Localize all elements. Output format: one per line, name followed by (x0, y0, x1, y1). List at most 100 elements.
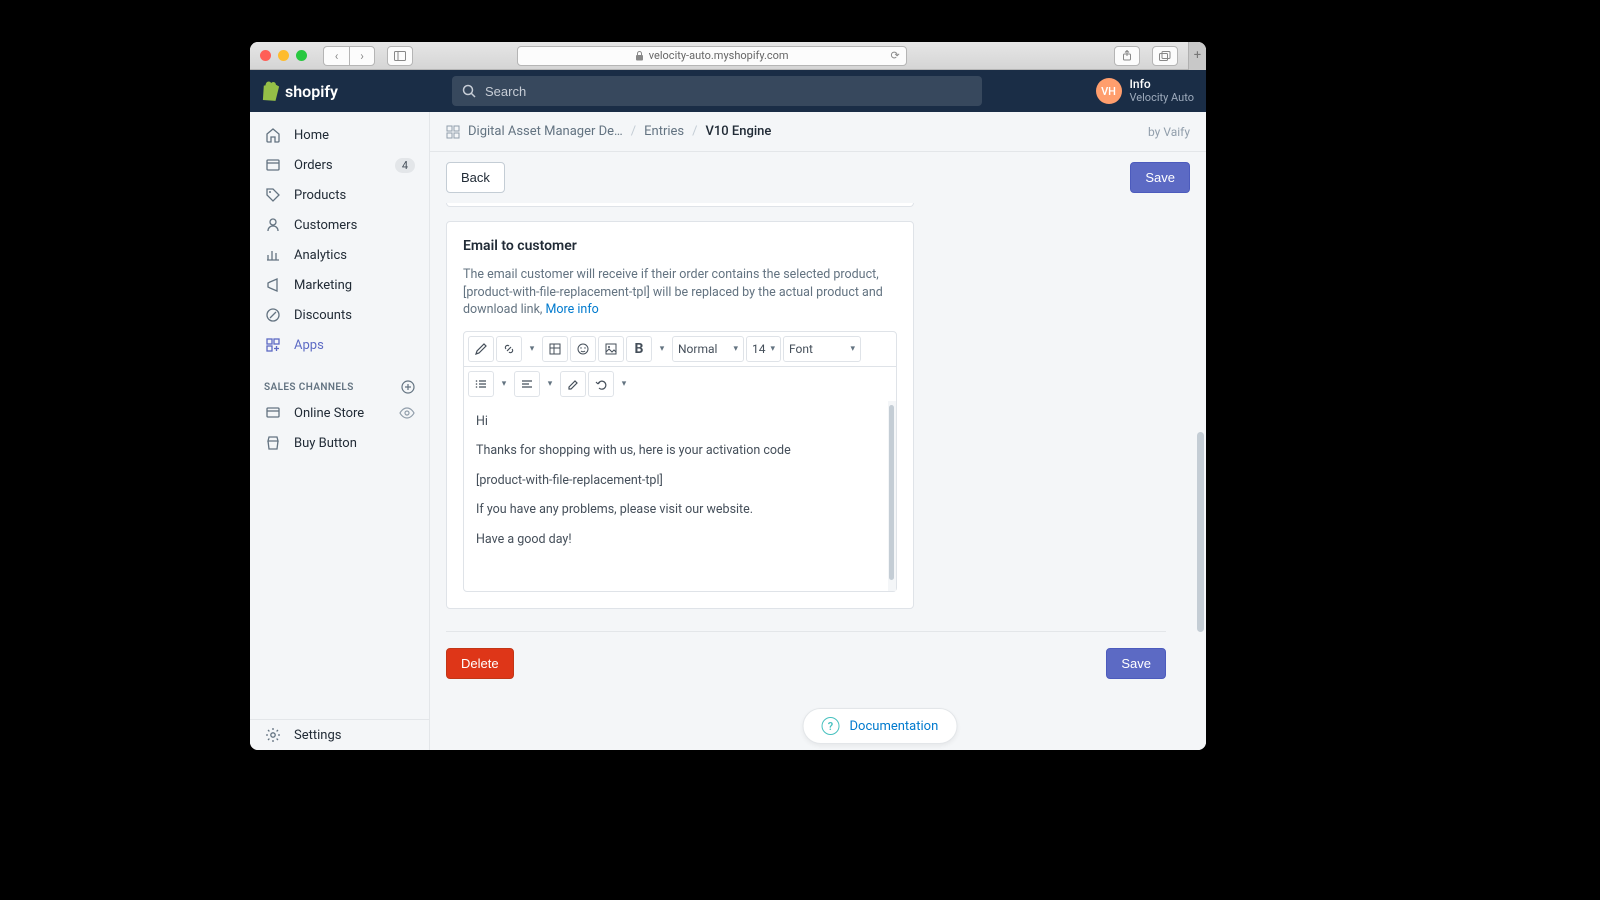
analytics-icon (264, 246, 282, 264)
sidebar-toggle-button[interactable] (387, 46, 413, 66)
sidebar-item-label: Products (294, 188, 346, 203)
sidebar-item-orders[interactable]: Orders 4 (250, 150, 429, 180)
sidebar-item-products[interactable]: Products (250, 180, 429, 210)
editor-scrollbar[interactable] (889, 405, 894, 580)
delete-button[interactable]: Delete (446, 648, 514, 679)
breadcrumb-root[interactable]: Digital Asset Manager De… (468, 124, 623, 139)
image-tool[interactable] (598, 336, 624, 362)
browser-titlebar: ‹ › velocity-auto.myshopify.com ⟳ + (250, 42, 1206, 70)
minimize-window-icon[interactable] (278, 50, 289, 61)
main-content: Digital Asset Manager De… / Entries / V1… (430, 112, 1206, 750)
editor-toolbar-row2: ▾ ▾ ▾ (464, 367, 896, 401)
editor-toolbar-row1: ▾ B ▾ Normal 14 Font (464, 332, 896, 367)
divider (446, 631, 1166, 632)
action-bar-top: Back Save (430, 152, 1206, 203)
sidebar-item-label: Home (294, 128, 329, 143)
sidebar-item-marketing[interactable]: Marketing (250, 270, 429, 300)
browser-window: ‹ › velocity-auto.myshopify.com ⟳ + (250, 42, 1206, 750)
documentation-button[interactable]: ? Documentation (803, 708, 958, 744)
card-title: Email to customer (463, 238, 897, 254)
bold-tool[interactable]: B (626, 336, 652, 362)
table-tool[interactable] (542, 336, 568, 362)
clear-format-tool[interactable] (560, 371, 586, 397)
sidebar-item-buy-button[interactable]: Buy Button (250, 428, 429, 458)
bold-dropdown-icon[interactable]: ▾ (654, 336, 670, 362)
traffic-lights (260, 50, 307, 61)
more-info-link[interactable]: More info (545, 302, 598, 317)
user-menu[interactable]: VH Info Velocity Auto (1096, 78, 1194, 104)
sidebar-item-discounts[interactable]: Discounts (250, 300, 429, 330)
back-button[interactable]: ‹ (323, 46, 349, 66)
action-bar-bottom: Delete Save (446, 648, 1166, 679)
sidebar-item-apps[interactable]: Apps (250, 330, 429, 360)
main-scrollbar[interactable] (1197, 432, 1204, 632)
font-select[interactable]: Font (783, 336, 861, 362)
breadcrumb-entries[interactable]: Entries (644, 124, 684, 139)
email-line: Have a good day! (476, 531, 876, 549)
edit-tool[interactable] (468, 336, 494, 362)
size-select[interactable]: 14 (746, 336, 781, 362)
save-button[interactable]: Save (1130, 162, 1190, 193)
search-input[interactable] (485, 84, 972, 99)
address-bar[interactable]: velocity-auto.myshopify.com ⟳ (517, 46, 907, 66)
format-select[interactable]: Normal (672, 336, 744, 362)
shopify-logo[interactable]: shopify (262, 81, 338, 101)
sidebar-channels-heading: SALES CHANNELS (250, 368, 429, 398)
save-button-bottom[interactable]: Save (1106, 648, 1166, 679)
emoji-tool[interactable] (570, 336, 596, 362)
back-button[interactable]: Back (446, 162, 505, 193)
body-split: Home Orders 4 Products Customers A (250, 112, 1206, 750)
sidebar-item-home[interactable]: Home (250, 120, 429, 150)
sidebar-item-online-store[interactable]: Online Store (250, 398, 429, 428)
lock-icon (635, 51, 644, 61)
sidebar-item-analytics[interactable]: Analytics (250, 240, 429, 270)
shopify-bag-icon (262, 81, 280, 101)
email-line: [product-with-file-replacement-tpl] (476, 472, 876, 490)
align-tool[interactable] (514, 371, 540, 397)
previous-card-edge (446, 203, 914, 207)
editor-textarea[interactable]: Hi Thanks for shopping with us, here is … (464, 401, 896, 591)
undo-tool[interactable] (588, 371, 614, 397)
avatar: VH (1096, 78, 1122, 104)
brand-label: shopify (285, 82, 338, 101)
user-line2: Velocity Auto (1130, 92, 1194, 104)
reload-icon[interactable]: ⟳ (890, 49, 899, 62)
close-window-icon[interactable] (260, 50, 271, 61)
sidebar-icon (394, 51, 406, 61)
search-icon (462, 84, 477, 99)
link-dropdown-icon[interactable]: ▾ (524, 336, 540, 362)
tabs-icon (1159, 51, 1171, 61)
orders-icon (264, 156, 282, 174)
sidebar-bottom: Settings (250, 719, 429, 750)
home-icon (264, 126, 282, 144)
list-dropdown-icon[interactable]: ▾ (496, 371, 512, 397)
sidebar-item-label: Settings (294, 728, 341, 743)
share-button[interactable] (1114, 46, 1140, 66)
view-store-icon[interactable] (399, 407, 415, 419)
add-channel-icon[interactable] (401, 380, 415, 394)
breadcrumb-sep: / (692, 124, 697, 139)
search-field[interactable] (452, 76, 982, 106)
sidebar-item-label: Buy Button (294, 436, 357, 451)
apps-icon (264, 336, 282, 354)
sidebar-main-list: Home Orders 4 Products Customers A (250, 112, 429, 368)
sidebar: Home Orders 4 Products Customers A (250, 112, 430, 750)
user-line1: Info (1130, 78, 1194, 91)
products-icon (264, 186, 282, 204)
list-tool[interactable] (468, 371, 494, 397)
breadcrumb: Digital Asset Manager De… / Entries / V1… (430, 112, 1206, 152)
user-text: Info Velocity Auto (1130, 78, 1194, 103)
address-text: velocity-auto.myshopify.com (649, 49, 789, 62)
maximize-window-icon[interactable] (296, 50, 307, 61)
email-line: Hi (476, 413, 876, 431)
forward-button[interactable]: › (349, 46, 375, 66)
link-tool[interactable] (496, 336, 522, 362)
sidebar-item-settings[interactable]: Settings (250, 720, 429, 750)
undo-dropdown-icon[interactable]: ▾ (616, 371, 632, 397)
new-tab-button[interactable]: + (1188, 42, 1206, 70)
align-dropdown-icon[interactable]: ▾ (542, 371, 558, 397)
app-topbar: shopify VH Info Velocity Auto (250, 70, 1206, 112)
tabs-button[interactable] (1152, 46, 1178, 66)
sidebar-item-customers[interactable]: Customers (250, 210, 429, 240)
card-description: The email customer will receive if their… (463, 266, 897, 319)
